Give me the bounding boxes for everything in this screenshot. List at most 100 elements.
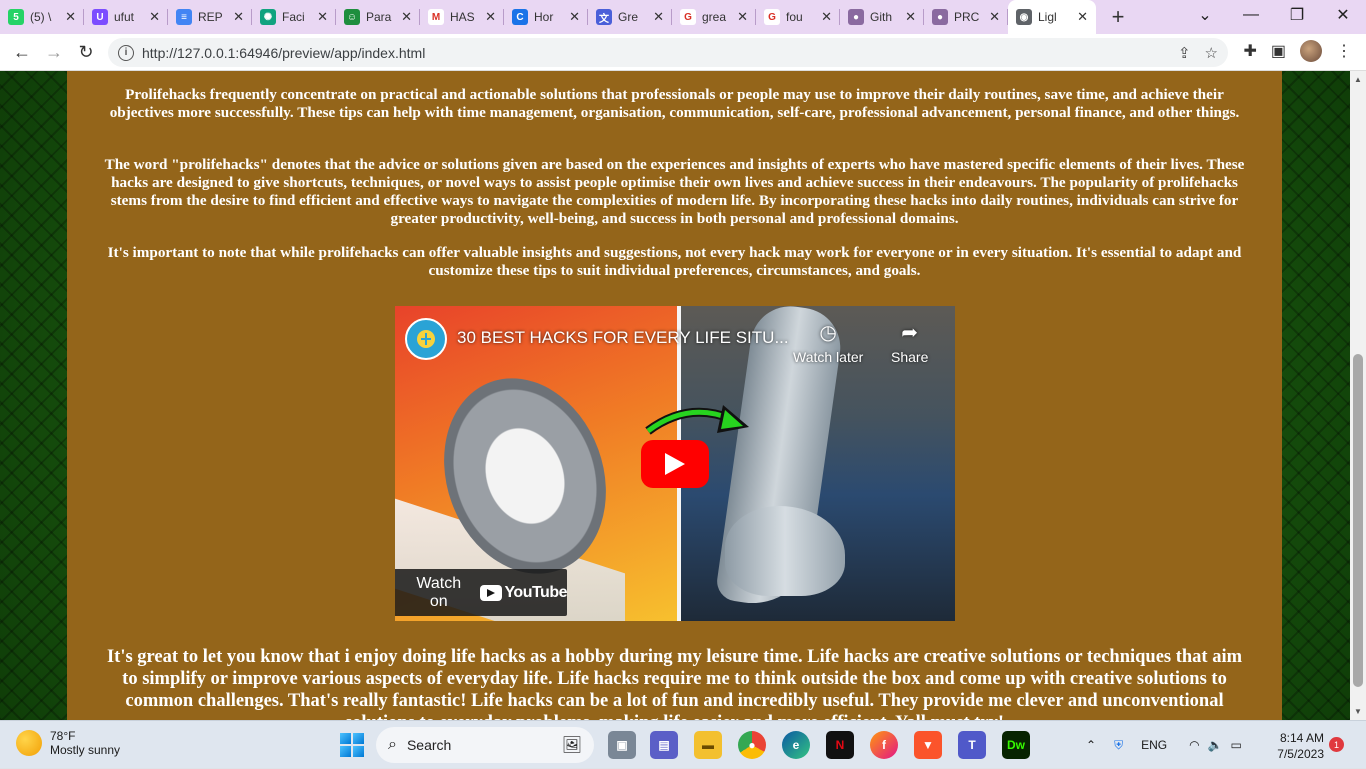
- clock-time: 8:14 AM: [1279, 731, 1324, 745]
- close-tab-icon[interactable]: ✕: [821, 9, 832, 25]
- scrollbar-thumb[interactable]: [1353, 354, 1363, 687]
- scroll-up-arrow-icon[interactable]: ▲: [1354, 75, 1362, 84]
- back-button[interactable]: ←: [6, 36, 38, 68]
- browser-tab[interactable]: Ggrea ✕: [672, 0, 756, 34]
- battery-icon[interactable]: ▭: [1231, 738, 1242, 752]
- page-scrollbar[interactable]: ▲ ▼: [1350, 71, 1366, 720]
- reload-button[interactable]: ↻: [70, 36, 102, 68]
- close-tab-icon[interactable]: ✕: [737, 9, 748, 25]
- windows-start-button[interactable]: [340, 733, 364, 757]
- taskbar-search-box[interactable]: ⌕ Search 🖼: [376, 727, 594, 763]
- dreamweaver-icon[interactable]: Dw: [1002, 731, 1030, 759]
- bookmark-star-icon[interactable]: ☆: [1205, 44, 1218, 62]
- tab-label: Ligl: [1038, 10, 1057, 24]
- close-tab-icon[interactable]: ✕: [233, 9, 244, 25]
- browser-tab[interactable]: ☺ Para ✕: [336, 0, 420, 34]
- github-icon: ●: [932, 9, 948, 25]
- close-tab-icon[interactable]: ✕: [1077, 9, 1088, 25]
- browser-tab[interactable]: C Hor ✕: [504, 0, 588, 34]
- extensions-icon[interactable]: ✚: [1243, 41, 1256, 61]
- weather-description: Mostly sunny: [50, 743, 121, 757]
- forward-button[interactable]: →: [38, 36, 70, 68]
- youtube-embed[interactable]: 30 BEST HACKS FOR EVERY LIFE SITU... ◷ W…: [395, 306, 955, 621]
- url-text[interactable]: http://127.0.0.1:64946/preview/app/index…: [142, 45, 425, 61]
- browser-tab[interactable]: ≡ REP ✕: [168, 0, 252, 34]
- close-tab-icon[interactable]: ✕: [65, 9, 76, 25]
- browser-tab[interactable]: 文 Gre ✕: [588, 0, 672, 34]
- translate-icon: 文: [596, 9, 612, 25]
- close-tab-icon[interactable]: ✕: [569, 9, 580, 25]
- chrome-icon[interactable]: ●: [738, 731, 766, 759]
- tab-label: Faci: [282, 10, 305, 24]
- close-tab-icon[interactable]: ✕: [485, 9, 496, 25]
- play-button[interactable]: [641, 440, 709, 488]
- side-panel-icon[interactable]: ▣: [1271, 41, 1286, 61]
- taskbar-clock[interactable]: 8:14 AM 7/5/2023: [1277, 730, 1324, 762]
- menu-icon[interactable]: ⋮: [1336, 41, 1352, 61]
- volume-icon[interactable]: 🔈: [1208, 738, 1223, 752]
- channel-logo-icon[interactable]: [405, 318, 447, 360]
- minimize-button[interactable]: —: [1228, 0, 1274, 30]
- tab-label: Hor: [534, 10, 554, 24]
- close-window-button[interactable]: ✕: [1320, 0, 1366, 30]
- show-hidden-icons-chevron-icon[interactable]: ⌃: [1086, 738, 1096, 752]
- wifi-icon[interactable]: ◠: [1189, 738, 1199, 752]
- share-button[interactable]: ➦ Share: [891, 320, 928, 365]
- windows-taskbar: 78°F Mostly sunny ⌕ Search 🖼 ▣ ▤ ▬ ● e N…: [0, 720, 1366, 768]
- tab-label: HAS: [450, 10, 475, 24]
- chat-icon[interactable]: ▤: [650, 731, 678, 759]
- file-explorer-icon[interactable]: ▬: [694, 731, 722, 759]
- brave-icon[interactable]: ▼: [914, 731, 942, 759]
- paragraph-intro: Prolifehacks frequently concentrate on p…: [109, 86, 1240, 121]
- browser-tab[interactable]: ◉ Ligl ✕: [1008, 0, 1096, 34]
- youtube-play-icon: [480, 584, 503, 601]
- browser-tab[interactable]: ● PRC ✕: [924, 0, 1008, 34]
- system-tray: ⌃ ⛨ ENG ◠ 🔈 ▭: [1086, 721, 1242, 769]
- tab-label: PRC: [954, 10, 980, 24]
- edge-icon[interactable]: e: [782, 731, 810, 759]
- taped-foot-image: [725, 506, 845, 596]
- maximize-button[interactable]: ❐: [1274, 0, 1320, 30]
- netflix-icon[interactable]: N: [826, 731, 854, 759]
- watch-on-youtube-button[interactable]: Watch on YouTube: [395, 569, 567, 616]
- bot-icon: ☺: [344, 9, 360, 25]
- tab-label: fou: [786, 10, 803, 24]
- security-shield-icon[interactable]: ⛨: [1114, 738, 1123, 753]
- scroll-down-arrow-icon[interactable]: ▼: [1354, 707, 1362, 716]
- weather-temperature: 78°F: [50, 729, 76, 743]
- share-icon[interactable]: ⇪: [1178, 44, 1191, 62]
- search-icon: ⌕: [388, 736, 397, 753]
- tab-search-chevron-icon[interactable]: ⌄: [1182, 0, 1228, 30]
- browser-tab[interactable]: M HAS ✕: [420, 0, 504, 34]
- github-icon: ●: [848, 9, 864, 25]
- teams-icon[interactable]: T: [958, 731, 986, 759]
- video-title[interactable]: 30 BEST HACKS FOR EVERY LIFE SITU...: [457, 328, 789, 348]
- firefox-icon[interactable]: f: [870, 731, 898, 759]
- browser-tab[interactable]: ✺ Faci ✕: [252, 0, 336, 34]
- browser-tab[interactable]: Uufut ✕: [84, 0, 168, 34]
- page-viewport: Prolifehacks frequently concentrate on p…: [0, 71, 1350, 720]
- tab-label: REP: [198, 10, 223, 24]
- close-tab-icon[interactable]: ✕: [149, 9, 160, 25]
- close-tab-icon[interactable]: ✕: [653, 9, 664, 25]
- browser-tab[interactable]: ● Gith ✕: [840, 0, 924, 34]
- close-tab-icon[interactable]: ✕: [905, 9, 916, 25]
- profile-avatar[interactable]: [1300, 40, 1322, 62]
- notification-badge[interactable]: 1: [1329, 737, 1344, 752]
- paragraph-note: It's important to note that while prolif…: [107, 244, 1242, 279]
- task-view-icon[interactable]: ▣: [608, 731, 636, 759]
- youtube-logo: YouTube: [480, 584, 567, 602]
- site-info-icon[interactable]: i: [118, 44, 134, 61]
- youtube-wordmark: YouTube: [504, 583, 567, 601]
- new-tab-button[interactable]: +: [1102, 0, 1134, 34]
- language-indicator[interactable]: ENG: [1141, 738, 1167, 752]
- browser-tab[interactable]: 5 (5) \ ✕: [0, 0, 84, 34]
- close-tab-icon[interactable]: ✕: [317, 9, 328, 25]
- browser-tab[interactable]: Gfou ✕: [756, 0, 840, 34]
- watch-on-label: Watch on: [416, 574, 462, 610]
- address-bar[interactable]: i http://127.0.0.1:64946/preview/app/ind…: [108, 38, 1228, 67]
- watch-later-button[interactable]: ◷ Watch later: [793, 320, 863, 365]
- close-tab-icon[interactable]: ✕: [401, 9, 412, 25]
- close-tab-icon[interactable]: ✕: [989, 9, 1000, 25]
- weather-widget[interactable]: 78°F Mostly sunny: [16, 729, 120, 757]
